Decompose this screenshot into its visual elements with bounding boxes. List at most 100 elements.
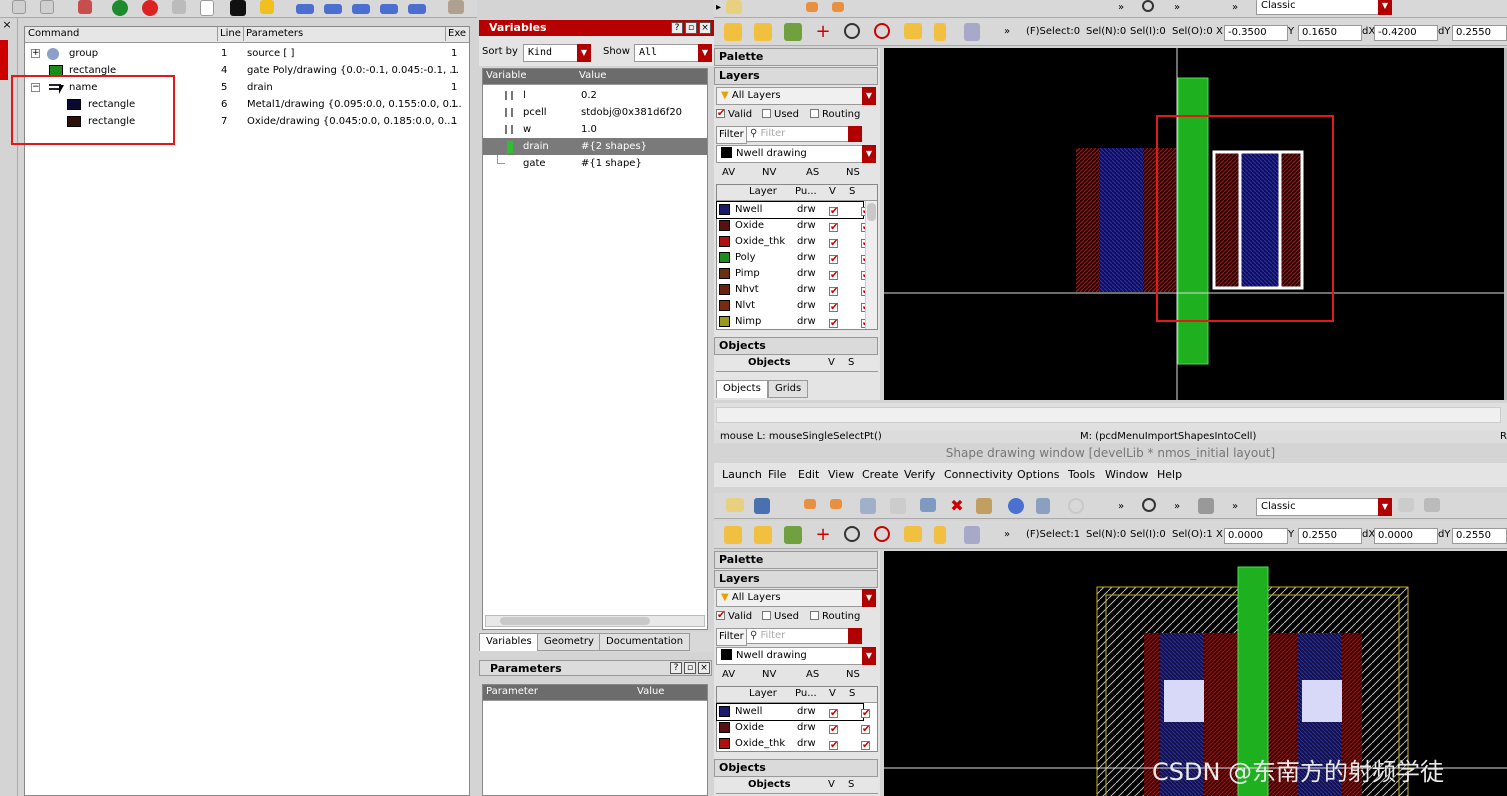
tab-variables[interactable]: Variables [479,633,539,651]
warning-icon[interactable] [904,526,922,542]
menu-edit[interactable]: Edit [798,463,819,487]
zoom-icon[interactable] [1142,0,1154,12]
page-icon[interactable] [200,0,214,16]
select-icon[interactable] [724,23,742,41]
paste-icon[interactable] [40,0,54,14]
selectable-checkbox[interactable] [861,706,870,722]
chevron-down-icon[interactable]: ▼ [1378,0,1392,15]
stop-icon[interactable] [1068,498,1084,514]
horizontal-scrollbar[interactable] [485,615,705,627]
tab-objects[interactable]: Objects [716,380,768,398]
layer-row-nlvt[interactable]: Nlvt drw [717,298,870,316]
delete-icon[interactable]: ✖ [948,497,966,515]
tab-grids[interactable]: Grids [768,380,809,398]
col-objects-s[interactable]: S [848,778,854,792]
float-icon[interactable]: ▫ [684,662,696,674]
close-icon[interactable]: × [698,662,710,674]
probe-icon[interactable] [874,526,890,542]
visible-checkbox[interactable] [829,284,838,300]
visible-checkbox[interactable] [829,204,838,220]
used-checkbox[interactable]: Used [762,107,799,123]
filter-input[interactable]: ⚲ Filter [746,126,862,142]
run-icon[interactable] [112,0,128,16]
filter-input[interactable]: ⚲ Filter [746,628,862,644]
current-layer-select[interactable]: Nwell drawing ▼ [716,647,876,665]
nv-button[interactable]: NV [762,667,776,683]
layer-row-nimp[interactable]: Nimp drw [717,314,870,332]
window-icon[interactable] [1398,498,1414,512]
settings-icon[interactable] [1424,498,1440,512]
ns-button[interactable]: NS [846,667,860,683]
layer-row-pimp[interactable]: Pimp drw [717,266,870,284]
variables-list[interactable]: Variable Value l 0.2 pcell stdobj@0x381d… [482,68,708,630]
x-field[interactable]: -0.3500 [1224,25,1288,41]
visible-checkbox[interactable] [829,300,838,316]
float-icon[interactable]: ▫ [685,22,697,34]
copy-icon[interactable] [890,498,906,514]
selectable-checkbox[interactable] [861,738,870,754]
debug-icon[interactable] [172,0,186,14]
warning-icon[interactable] [904,23,922,39]
zoom-icon[interactable] [1142,498,1156,512]
visible-checkbox[interactable] [829,252,838,268]
routing-checkbox[interactable]: Routing [810,107,860,123]
more-icon[interactable]: ▸ [716,0,721,16]
all-layers-select[interactable]: ▼ All Layers ▼ [716,87,876,105]
col-objects[interactable]: Objects [748,778,791,792]
av-button[interactable]: AV [722,165,735,181]
move-icon[interactable] [784,23,802,41]
as-button[interactable]: AS [806,165,819,181]
menu-options[interactable]: Options [1017,463,1059,487]
dx-field[interactable]: 0.0000 [1374,528,1438,544]
hierarchy-icon[interactable] [964,526,980,544]
y-field[interactable]: 0.1650 [1298,25,1362,41]
more-icon[interactable]: » [1232,499,1238,515]
visible-checkbox[interactable] [829,268,838,284]
info-icon[interactable] [1008,498,1024,514]
menu-window[interactable]: Window [1105,463,1148,487]
vertical-scrollbar[interactable] [865,201,877,329]
col-select[interactable]: S [849,185,855,199]
layout-icon[interactable] [230,0,246,16]
col-parameters[interactable]: Parameters [243,27,303,41]
close-icon[interactable]: × [699,22,711,34]
redo-icon[interactable] [832,2,844,12]
visible-checkbox[interactable] [829,236,838,252]
menu-help[interactable]: Help [1157,463,1182,487]
image-icon[interactable] [920,498,936,512]
sort-select[interactable]: Kind ▼ [523,44,591,62]
chevron-down-icon[interactable]: ▼ [698,44,712,62]
col-exe[interactable]: Exe [445,27,466,41]
open-icon[interactable] [726,0,742,14]
crosshair-icon[interactable]: + [814,526,832,544]
menu-file[interactable]: File [768,463,786,487]
expand-icon[interactable]: + [31,49,40,58]
more-icon[interactable]: » [1118,499,1124,515]
col-objects-v[interactable]: V [828,356,835,370]
menu-verify[interactable]: Verify [904,463,935,487]
layer-row-oxide_thk[interactable]: Oxide_thk drw [717,234,870,252]
chevron-down-icon[interactable]: ▼ [862,589,876,607]
var-row-pcell[interactable]: pcell stdobj@0x381d6f20 [483,104,707,121]
undo-icon[interactable] [804,499,816,509]
marker-icon[interactable] [934,23,946,41]
menu-create[interactable]: Create [862,463,899,487]
stretch-icon[interactable] [754,526,772,544]
undo-icon[interactable] [806,2,818,12]
help-icon[interactable]: ? [670,662,682,674]
style-select[interactable]: Classic ▼ [1256,498,1392,516]
more-icon[interactable]: » [1004,527,1010,543]
style-select[interactable]: Classic ▼ [1256,0,1392,15]
used-checkbox[interactable]: Used [762,609,799,625]
redo-icon[interactable] [830,499,842,509]
save-icon[interactable] [754,498,770,514]
stop-icon[interactable] [142,0,158,16]
scroll-thumb[interactable] [500,617,650,625]
layer-row-oxide_thk[interactable]: Oxide_thk drw [717,736,870,754]
visible-checkbox[interactable] [829,722,838,738]
as-button[interactable]: AS [806,667,819,683]
col-objects-v[interactable]: V [828,778,835,792]
tree-row-group[interactable]: + group 1 source [ ] 1 [25,45,469,62]
open-icon[interactable] [726,498,744,512]
connect-icon[interactable] [1198,498,1214,514]
